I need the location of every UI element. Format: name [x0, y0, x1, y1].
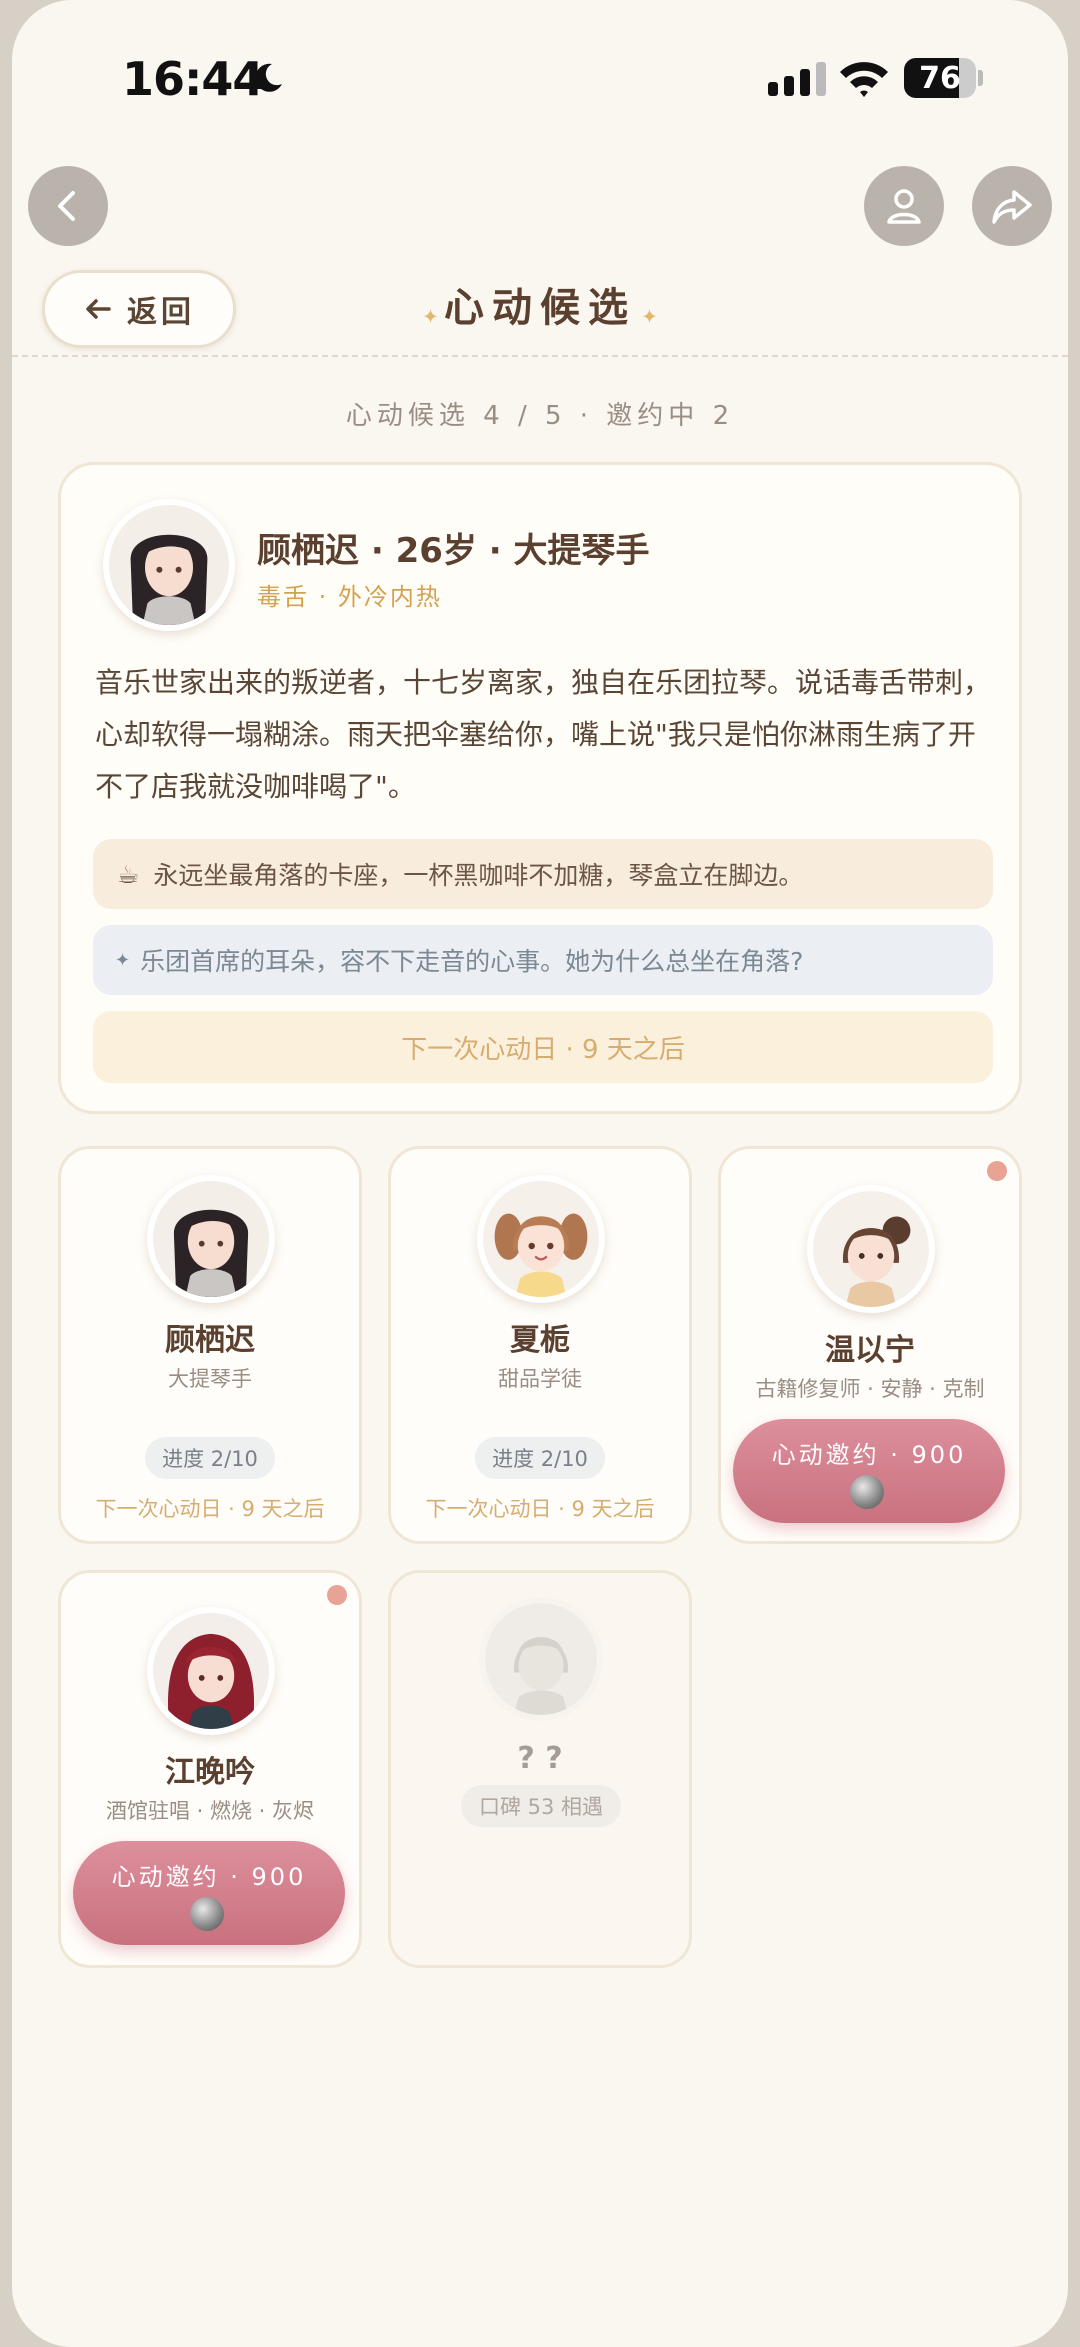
candidate-role: 酒馆驻唱 · 燃烧 · 灰烬 [105, 1799, 315, 1823]
battery-percent: 76 [919, 61, 961, 96]
invite-button-label: 心动邀约 · 900 [771, 1441, 967, 1469]
invite-button[interactable]: 心动邀约 · 900 [73, 1841, 345, 1945]
notification-dot [327, 1585, 347, 1605]
candidate-name-hidden: ? ? [517, 1741, 563, 1776]
featured-candidate-card[interactable]: 顾栖迟 · 26岁 · 大提琴手 毒舌 · 外冷内热 音乐世家出来的叛逆者，十七… [58, 462, 1022, 1114]
habit-note: ☕ 永远坐最角落的卡座，一杯黑咖啡不加糖，琴盒立在脚边。 [93, 839, 993, 909]
avatar-placeholder [479, 1597, 603, 1721]
habit-note-text: 永远坐最角落的卡座，一杯黑咖啡不加糖，琴盒立在脚边。 [153, 861, 804, 890]
user-icon [887, 189, 921, 224]
avatar-dark-hair-icon [109, 505, 229, 625]
avatar-red-hair-icon [153, 1613, 269, 1729]
progress-badge: 进度 2/10 [475, 1437, 605, 1479]
progress-badge: 进度 2/10 [145, 1437, 275, 1479]
candidate-name: 江晚吟 [165, 1755, 255, 1790]
candidate-role: 甜品学徒 [498, 1367, 582, 1391]
avatar [147, 1175, 275, 1303]
hint-note-text: 乐团首席的耳朵，容不下走音的心事。她为什么总坐在角落? [140, 947, 804, 976]
chevron-left-icon [58, 191, 75, 221]
candidate-summary: 心动候选 4 / 5 · 邀约中 2 [345, 401, 735, 431]
candidate-name: 顾栖迟 [165, 1323, 255, 1358]
battery-indicator: 76 [904, 58, 984, 98]
avatar [807, 1185, 935, 1313]
candidate-name: 夏栀 [510, 1323, 570, 1358]
moon-coin-icon [190, 1897, 224, 1931]
nav-back-button[interactable] [28, 166, 108, 246]
avatar-brown-bun-icon [813, 1191, 929, 1307]
featured-tags: 毒舌 · 外冷内热 [257, 583, 442, 611]
candidate-card[interactable]: 江晚吟 酒馆驻唱 · 燃烧 · 灰烬 心动邀约 · 900 [58, 1570, 362, 1968]
candidate-name: 温以宁 [825, 1333, 915, 1368]
cellular-signal-icon [768, 62, 826, 96]
next-date-banner: 下一次心动日 · 9 天之后 [93, 1011, 993, 1083]
candidate-card[interactable]: 夏栀 甜品学徒 进度 2/10 下一次心动日 · 9 天之后 [388, 1146, 692, 1544]
next-date-text: 下一次心动日 · 9 天之后 [425, 1497, 655, 1521]
wifi-icon [840, 62, 888, 97]
status-time: 16:44 [122, 52, 264, 106]
candidate-card[interactable]: 温以宁 古籍修复师 · 安静 · 克制 心动邀约 · 900 [718, 1146, 1022, 1544]
page-title: 心动候选 [444, 285, 636, 331]
sparkle-icon: ✦ [115, 949, 131, 971]
sparkle-icon: ✦ [641, 304, 658, 329]
moon-icon [255, 63, 282, 92]
notification-dot [987, 1161, 1007, 1181]
coffee-icon: ☕ [117, 859, 140, 889]
sparkle-icon: ✦ [422, 304, 439, 329]
page-title-wrap: ✦ 心动候选 ✦ [12, 275, 1068, 333]
moon-coin-icon [850, 1475, 884, 1509]
share-button[interactable] [972, 166, 1052, 246]
avatar-brown-pigtails-icon [483, 1181, 599, 1297]
app-screen: 16:44 76 返回 ✦ 心动候选 ✦ 心动候选 4 / 5 · 邀约中 2 … [12, 0, 1068, 2347]
invite-button[interactable]: 心动邀约 · 900 [733, 1419, 1005, 1523]
avatar-silhouette-icon [485, 1603, 597, 1715]
next-date-text: 下一次心动日 · 9 天之后 [95, 1497, 325, 1521]
featured-description: 音乐世家出来的叛逆者，十七岁离家，独自在乐团拉琴。说话毒舌带刺，心却软得一塌糊涂… [95, 666, 992, 803]
avatar [147, 1607, 275, 1735]
candidate-role: 大提琴手 [168, 1367, 252, 1391]
reputation-badge: 口碑 53 相遇 [461, 1785, 621, 1827]
hint-note: ✦ 乐团首席的耳朵，容不下走音的心事。她为什么总坐在角落? [93, 925, 993, 995]
divider [12, 355, 1068, 357]
avatar [103, 499, 235, 631]
avatar-dark-hair-icon [153, 1181, 269, 1297]
battery-tip [978, 70, 983, 86]
avatar [477, 1175, 605, 1303]
profile-button[interactable] [864, 166, 944, 246]
featured-name: 顾栖迟 · 26岁 · 大提琴手 [257, 531, 650, 571]
candidate-card[interactable]: 顾栖迟 大提琴手 进度 2/10 下一次心动日 · 9 天之后 [58, 1146, 362, 1544]
locked-candidate-card[interactable]: ? ? 口碑 53 相遇 [388, 1570, 692, 1968]
invite-button-label: 心动邀约 · 900 [111, 1863, 307, 1891]
candidate-role: 古籍修复师 · 安静 · 克制 [755, 1377, 985, 1401]
share-icon [992, 190, 1032, 224]
